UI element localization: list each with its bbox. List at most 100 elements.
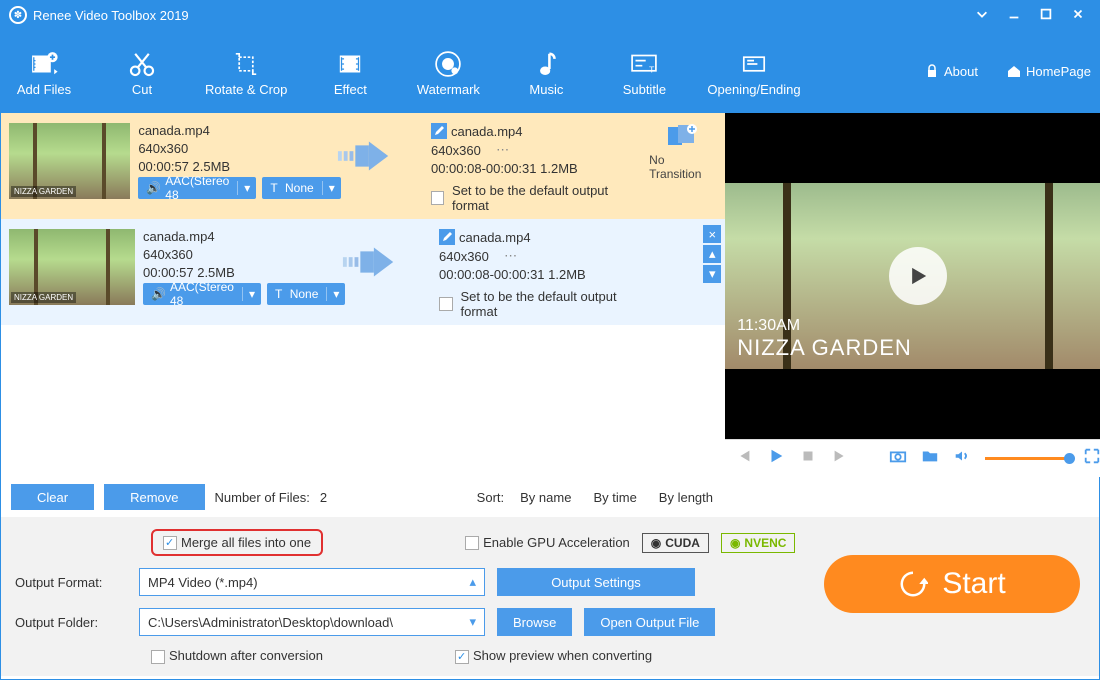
source-info: 00:00:57 2.5MB: [138, 159, 328, 174]
preview-checkbox[interactable]: [455, 650, 469, 664]
effect-icon: [332, 46, 368, 82]
sort-by-time[interactable]: By time: [587, 490, 642, 505]
dest-info: 00:00:08-00:00:31 1.2MB: [439, 267, 649, 282]
dest-resolution: 640x360: [439, 249, 489, 264]
move-down-button[interactable]: ▾: [703, 265, 721, 283]
move-up-button[interactable]: ▴: [703, 245, 721, 263]
subtitle-icon: T: [626, 46, 662, 82]
start-button[interactable]: Start: [824, 555, 1080, 613]
default-format-checkbox[interactable]: [439, 297, 453, 311]
app-title: Renee Video Toolbox 2019: [33, 8, 189, 23]
thumbnail: NIZZA GARDEN: [9, 229, 135, 305]
output-settings-button[interactable]: Output Settings: [497, 568, 695, 596]
volume-slider[interactable]: [985, 457, 1069, 460]
preview-label: Show preview when converting: [473, 648, 652, 663]
arrow-icon: [336, 123, 423, 213]
snapshot-button[interactable]: [889, 447, 907, 470]
add-files-button[interactable]: Add Files: [9, 46, 79, 97]
output-format-combo[interactable]: MP4 Video (*.mp4)▴: [139, 568, 485, 596]
audio-selector[interactable]: 🔊 AAC(Stereo 48▾: [138, 177, 256, 199]
file-row[interactable]: NIZZA GARDEN canada.mp4 640x360 00:00:57…: [1, 113, 725, 219]
prev-button[interactable]: [735, 447, 753, 470]
audio-selector[interactable]: 🔊 AAC(Stereo 48▾: [143, 283, 261, 305]
edit-icon[interactable]: [439, 229, 455, 245]
text-overlay-selector[interactable]: T None▾: [262, 177, 340, 199]
home-icon: [1006, 63, 1022, 79]
gpu-checkbox[interactable]: [465, 536, 479, 550]
volume-icon[interactable]: [953, 447, 971, 470]
default-format-label: Set to be the default output format: [461, 289, 650, 319]
toolbar-label: Effect: [334, 82, 367, 97]
merge-checkbox[interactable]: [163, 536, 177, 550]
toolbar-label: Cut: [132, 82, 152, 97]
minimize-button[interactable]: [1001, 5, 1027, 26]
effect-button[interactable]: Effect: [315, 46, 385, 97]
sort-by-length[interactable]: By length: [653, 490, 719, 505]
cut-button[interactable]: Cut: [107, 46, 177, 97]
close-button[interactable]: [1065, 5, 1091, 26]
watermark-icon: [430, 46, 466, 82]
opening-ending-button[interactable]: Opening/Ending: [707, 46, 800, 97]
more-button[interactable]: ⋯: [504, 248, 517, 264]
source-info: 00:00:57 2.5MB: [143, 265, 333, 280]
toolbar-label: Opening/Ending: [707, 82, 800, 97]
remove-row-button[interactable]: ×: [703, 225, 721, 243]
dest-filename: canada.mp4: [459, 230, 531, 245]
more-button[interactable]: ⋯: [496, 142, 509, 158]
browse-button[interactable]: Browse: [497, 608, 572, 636]
open-output-button[interactable]: Open Output File: [584, 608, 715, 636]
source-filename: canada.mp4: [138, 123, 328, 138]
rotate-crop-button[interactable]: Rotate & Crop: [205, 46, 287, 97]
music-button[interactable]: Music: [511, 46, 581, 97]
player-controls: [725, 439, 1100, 477]
remove-button[interactable]: Remove: [104, 484, 204, 510]
main-toolbar: Add Files Cut Rotate & Crop Effect Water…: [1, 29, 1099, 113]
svg-text:T: T: [649, 64, 654, 74]
dest-filename: canada.mp4: [451, 124, 523, 139]
next-button[interactable]: [831, 447, 849, 470]
toolbar-label: Music: [529, 82, 563, 97]
file-count: 2: [320, 490, 327, 505]
toolbar-label: Rotate & Crop: [205, 82, 287, 97]
transition-icon[interactable]: [666, 123, 700, 149]
toolbar-label: Add Files: [17, 82, 71, 97]
shutdown-label: Shutdown after conversion: [169, 648, 323, 663]
watermark-button[interactable]: Watermark: [413, 46, 483, 97]
output-folder-combo[interactable]: C:\Users\Administrator\Desktop\download\…: [139, 608, 485, 636]
source-resolution: 640x360: [143, 247, 333, 262]
dropdown-icon[interactable]: [969, 5, 995, 26]
app-logo-icon: ✽: [9, 6, 27, 24]
sort-by-name[interactable]: By name: [514, 490, 577, 505]
maximize-button[interactable]: [1033, 5, 1059, 26]
cuda-badge: ◉ CUDA: [642, 533, 709, 553]
text-overlay-selector[interactable]: T None▾: [267, 283, 345, 305]
homepage-label: HomePage: [1026, 64, 1091, 79]
folder-button[interactable]: [921, 447, 939, 470]
output-folder-label: Output Folder:: [15, 615, 127, 630]
list-action-bar: Clear Remove Number of Files: 2 Sort: By…: [1, 477, 1099, 517]
about-link[interactable]: About: [924, 63, 978, 79]
edit-icon[interactable]: [431, 123, 447, 139]
homepage-link[interactable]: HomePage: [1006, 63, 1091, 79]
stop-button[interactable]: [799, 447, 817, 470]
fullscreen-button[interactable]: [1083, 447, 1100, 470]
shutdown-checkbox[interactable]: [151, 650, 165, 664]
video-preview: 11:30AM NIZZA GARDEN: [725, 113, 1100, 439]
file-row[interactable]: NIZZA GARDEN canada.mp4 640x360 00:00:57…: [1, 219, 725, 325]
opening-ending-icon: [736, 46, 772, 82]
transition-label: No Transition: [649, 153, 717, 181]
play-overlay-button[interactable]: [889, 247, 947, 305]
play-button[interactable]: [767, 447, 785, 470]
file-count-label: Number of Files:: [215, 490, 310, 505]
subtitle-button[interactable]: T Subtitle: [609, 46, 679, 97]
source-resolution: 640x360: [138, 141, 328, 156]
default-format-checkbox[interactable]: [431, 191, 444, 205]
clear-button[interactable]: Clear: [11, 484, 94, 510]
file-list: NIZZA GARDEN canada.mp4 640x360 00:00:57…: [1, 113, 725, 477]
lock-icon: [924, 63, 940, 79]
default-format-label: Set to be the default output format: [452, 183, 633, 213]
refresh-icon: [898, 569, 928, 599]
rotate-crop-icon: [228, 46, 264, 82]
output-format-label: Output Format:: [15, 575, 127, 590]
options-panel: Merge all files into one Enable GPU Acce…: [1, 517, 1099, 676]
